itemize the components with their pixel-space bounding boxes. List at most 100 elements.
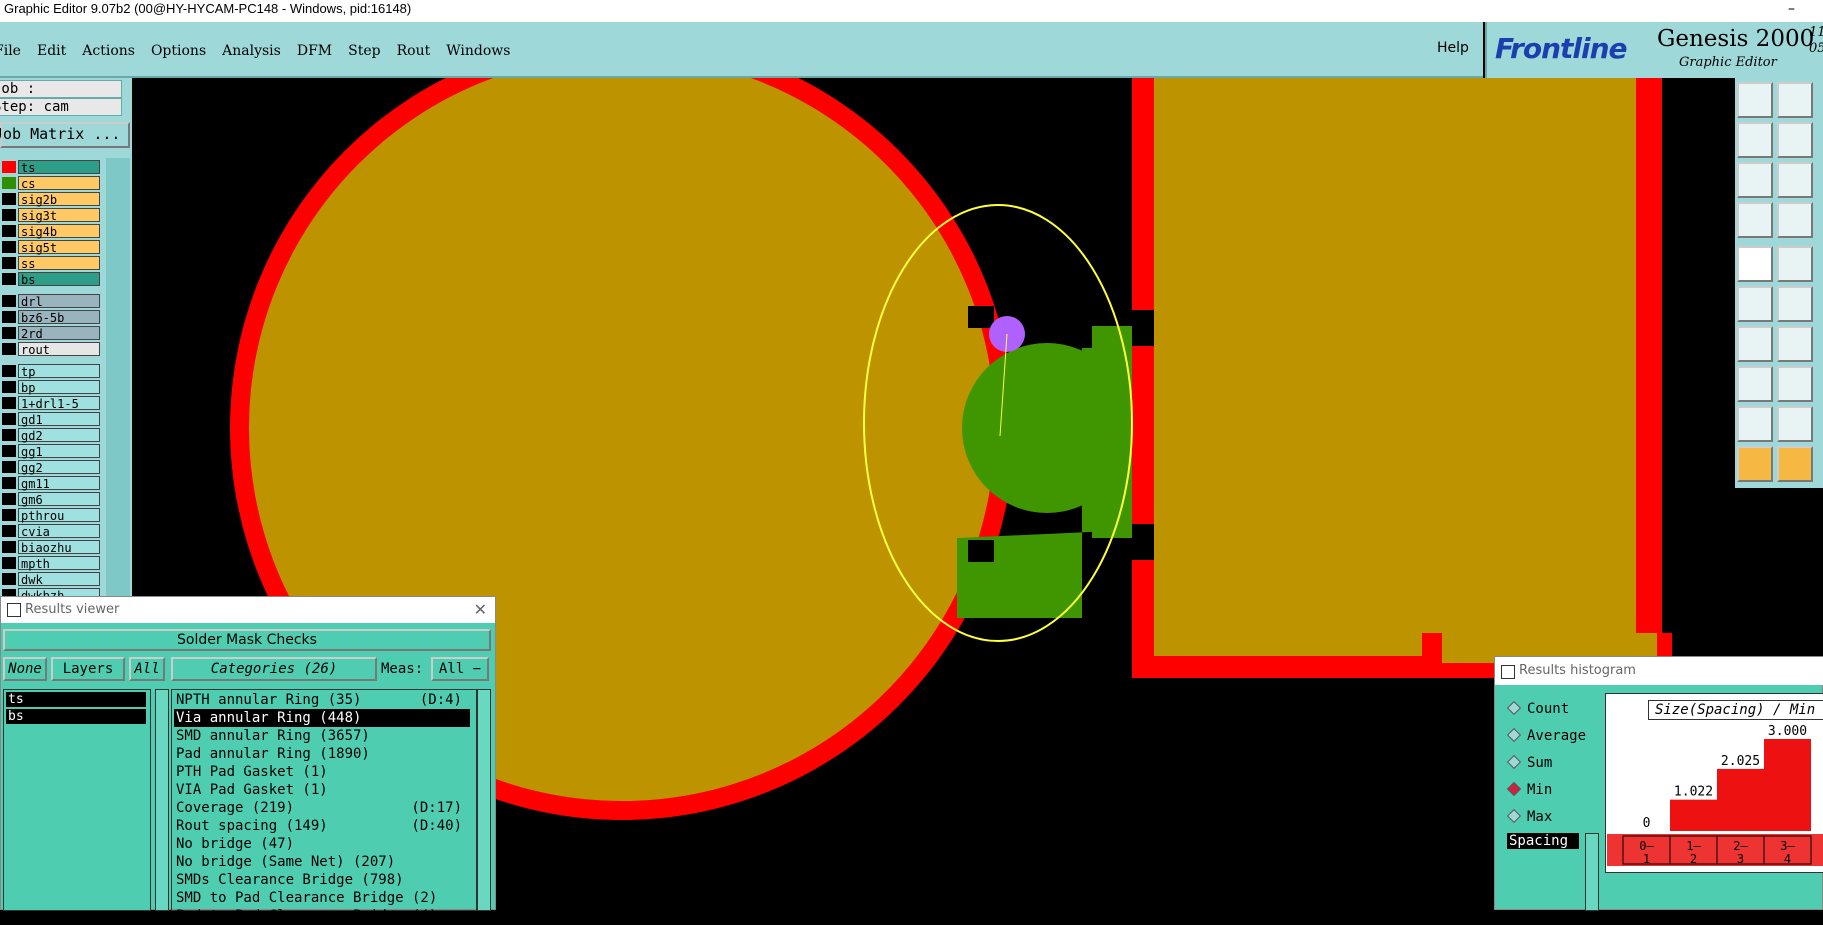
tool-pad-icon[interactable]	[1737, 366, 1773, 402]
layer-row[interactable]: mpth	[0, 556, 102, 571]
menu-actions[interactable]: Actions	[82, 43, 135, 59]
menu-help[interactable]: Help	[1437, 40, 1469, 56]
tool-angle-icon[interactable]	[1737, 326, 1773, 362]
layer-color-swatch[interactable]	[2, 327, 16, 339]
tool-pan-left-icon[interactable]	[1737, 122, 1773, 158]
layer-color-swatch[interactable]	[2, 525, 16, 537]
layer-row[interactable]: sig5t	[0, 240, 102, 255]
tool-grid-icon[interactable]	[1777, 202, 1813, 238]
layer-color-swatch[interactable]	[2, 177, 16, 189]
layer-color-swatch[interactable]	[2, 273, 16, 285]
measure-scrollbar[interactable]	[1585, 833, 1599, 911]
layer-color-swatch[interactable]	[2, 365, 16, 377]
menu-file[interactable]: File	[0, 43, 21, 59]
category-item[interactable]: No bridge (47)	[174, 835, 470, 853]
tool-pointer-icon[interactable]	[1737, 446, 1773, 482]
category-item[interactable]: No bridge (Same Net) (207)	[174, 853, 470, 871]
category-item[interactable]: Coverage (219) (D:17)	[174, 799, 470, 817]
layer-row[interactable]: tp	[0, 364, 102, 379]
tool-triangle-alt-icon[interactable]	[1777, 406, 1813, 442]
layer-row[interactable]: gm11	[0, 476, 102, 491]
minimize-button[interactable]: –	[1788, 0, 1795, 18]
layer-color-swatch[interactable]	[2, 161, 16, 173]
layer-color-swatch[interactable]	[2, 209, 16, 221]
layer-row[interactable]: bp	[0, 380, 102, 395]
menu-dfm[interactable]: DFM	[297, 43, 332, 59]
layer-color-swatch[interactable]	[2, 573, 16, 585]
layer-color-swatch[interactable]	[2, 295, 16, 307]
tool-connect-icon[interactable]	[1737, 286, 1773, 322]
layer-color-swatch[interactable]	[2, 493, 16, 505]
menu-analysis[interactable]: Analysis	[222, 43, 281, 59]
layer-row[interactable]: sig2b	[0, 192, 102, 207]
layer-row[interactable]: dwk	[0, 572, 102, 587]
layer-color-swatch[interactable]	[2, 343, 16, 355]
layer-row[interactable]: gd1	[0, 412, 102, 427]
layer-color-swatch[interactable]	[2, 477, 16, 489]
meas-select[interactable]: All −	[431, 657, 489, 681]
category-item[interactable]: PTH Pad Gasket (1)	[174, 763, 470, 781]
tool-minus-icon[interactable]	[1777, 366, 1813, 402]
layer-row[interactable]: pthrou	[0, 508, 102, 523]
layer-color-swatch[interactable]	[2, 257, 16, 269]
layer-color-swatch[interactable]	[2, 193, 16, 205]
tool-pan-right-icon[interactable]	[1777, 122, 1813, 158]
measure-spacing[interactable]: Spacing	[1507, 833, 1579, 849]
close-icon[interactable]: ✕	[474, 597, 487, 623]
category-item[interactable]: SMDs Clearance Bridge (798)	[174, 871, 470, 889]
layer-row[interactable]: gd2	[0, 428, 102, 443]
layer-row[interactable]: 2rd	[0, 326, 102, 341]
tool-line-icon[interactable]	[1777, 326, 1813, 362]
histogram-option-sum[interactable]: Sum	[1506, 754, 1552, 771]
tool-shape-icon[interactable]	[1777, 246, 1813, 282]
layer-row[interactable]: rout	[0, 342, 102, 357]
menu-step[interactable]: Step	[348, 43, 380, 59]
layer-color-swatch[interactable]	[2, 311, 16, 323]
layer-list-scrollbar[interactable]	[106, 158, 130, 598]
layer-row[interactable]: cvia	[0, 524, 102, 539]
results-layer-item[interactable]: ts	[6, 692, 146, 707]
layer-row[interactable]: bs	[0, 272, 102, 287]
layer-row[interactable]: sig4b	[0, 224, 102, 239]
layer-row[interactable]: sig3t	[0, 208, 102, 223]
layer-row[interactable]: drl	[0, 294, 102, 309]
layer-color-swatch[interactable]	[2, 429, 16, 441]
categories-button[interactable]: Categories (26)	[171, 657, 377, 681]
layer-color-swatch[interactable]	[2, 509, 16, 521]
histogram-option-max[interactable]: Max	[1506, 808, 1552, 825]
layer-color-swatch[interactable]	[2, 397, 16, 409]
tool-zoom-home-icon[interactable]	[1737, 82, 1773, 118]
layer-color-swatch[interactable]	[2, 241, 16, 253]
layer-row[interactable]: cs	[0, 176, 102, 191]
layers-button[interactable]: Layers	[51, 657, 125, 681]
tool-select-icon[interactable]	[1777, 446, 1813, 482]
tool-zoom-fit-icon[interactable]	[1737, 162, 1773, 198]
layer-color-swatch[interactable]	[2, 225, 16, 237]
menu-edit[interactable]: Edit	[37, 43, 66, 59]
job-matrix-button[interactable]: Job Matrix ...	[0, 122, 130, 148]
tool-zoom-center-icon[interactable]	[1777, 162, 1813, 198]
layer-row[interactable]: biaozhu	[0, 540, 102, 555]
category-list-scrollbar[interactable]	[477, 689, 491, 911]
tool-cross-icon[interactable]	[1777, 286, 1813, 322]
category-item[interactable]: SMD annular Ring (3657)	[174, 727, 470, 745]
layer-color-swatch[interactable]	[2, 381, 16, 393]
layer-row[interactable]: bz6-5b	[0, 310, 102, 325]
histogram-option-count[interactable]: Count	[1506, 700, 1569, 717]
layer-color-swatch[interactable]	[2, 445, 16, 457]
layer-list-scrollbar[interactable]	[155, 689, 169, 911]
layer-color-swatch[interactable]	[2, 461, 16, 473]
menu-windows[interactable]: Windows	[446, 43, 510, 59]
category-item[interactable]: NPTH annular Ring (35) (D:4)	[174, 691, 470, 709]
tool-settings-icon[interactable]	[1737, 202, 1773, 238]
results-layer-item[interactable]: bs	[6, 709, 146, 724]
menu-options[interactable]: Options	[151, 43, 206, 59]
layer-row[interactable]: gg2	[0, 460, 102, 475]
layer-row[interactable]: gm6	[0, 492, 102, 507]
layer-row[interactable]: gg1	[0, 444, 102, 459]
category-item[interactable]: VIA Pad Gasket (1)	[174, 781, 470, 799]
category-item[interactable]: Via annular Ring (448)	[174, 709, 470, 727]
category-item[interactable]: Pad annular Ring (1890)	[174, 745, 470, 763]
histogram-option-min[interactable]: Min	[1506, 781, 1552, 798]
category-item[interactable]: Rout spacing (149) (D:40)	[174, 817, 470, 835]
